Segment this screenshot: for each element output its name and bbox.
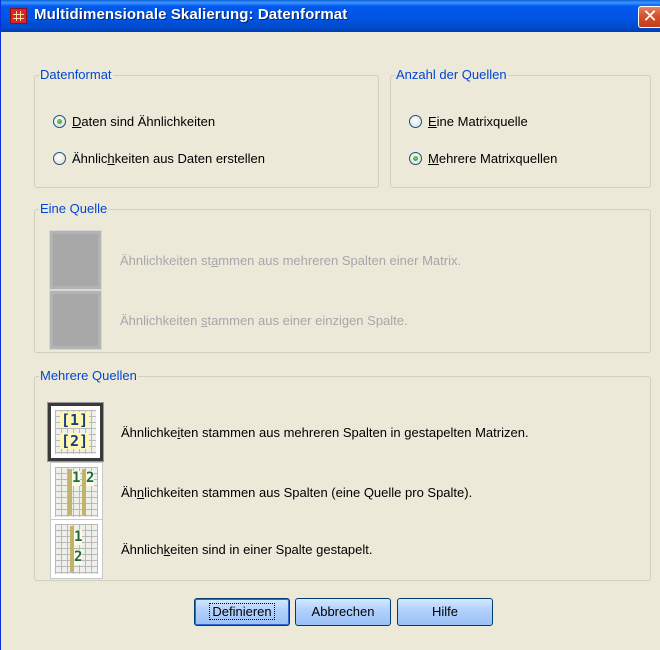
radio-indicator (53, 152, 66, 165)
help-button[interactable]: Hilfe (397, 598, 493, 626)
eine-quelle-group-label: Eine Quelle (39, 201, 109, 216)
radio-label: Daten sind Ähnlichkeiten (72, 114, 216, 129)
matrix-1-label: [1] (60, 411, 90, 429)
stacked-column-icon: 1 2 (50, 519, 103, 579)
option-label: Ähnlichkeiten stammen aus mehreren Spalt… (121, 424, 529, 440)
close-button[interactable]: ✕ (638, 6, 660, 28)
option-label: Ähnlichkeiten sind in einer Spalte gesta… (121, 541, 373, 557)
cancel-button[interactable]: Abbrechen (295, 598, 391, 626)
define-button[interactable]: Definieren (194, 598, 290, 626)
column-2-label: 2 (86, 470, 95, 486)
radio-label: Ähnlichkeiten aus Daten erstellen (72, 151, 265, 166)
option-eine-spalte-gestapelt[interactable]: 1 2 Ähnlichkeiten sind in einer Spalte g… (50, 519, 373, 579)
mehrere-quellen-group-label: Mehrere Quellen (39, 368, 138, 383)
single-column-icon (49, 290, 102, 350)
stacked-matrices-icon: [1] [2] (47, 402, 104, 462)
anzahl-quellen-group-label: Anzahl der Quellen (395, 67, 508, 82)
radio-daten-aehnlichkeiten[interactable]: Daten sind Ähnlichkeiten (53, 114, 215, 129)
mehrere-quellen-group: Mehrere Quellen [1] [2] Ähnlichkeiten st… (34, 368, 651, 581)
radio-eine-matrixquelle[interactable]: Eine Matrixquelle (409, 114, 528, 129)
matrix-columns-icon (49, 230, 102, 290)
radio-indicator (53, 115, 66, 128)
datenformat-group-label: Datenformat (39, 67, 113, 82)
title-bar[interactable]: Multidimensionale Skalierung: Datenforma… (1, 0, 660, 32)
columns-per-source-icon: 1 2 (50, 462, 103, 522)
stack-1-label: 1 (74, 529, 83, 545)
anzahl-quellen-group: Anzahl der Quellen Eine Matrixquelle Meh… (390, 67, 651, 188)
matrix-2-label: [2] (60, 432, 90, 450)
radio-label: Eine Matrixquelle (428, 114, 528, 129)
option-label: Ähnlichkeiten stammen aus mehreren Spalt… (120, 252, 462, 268)
option-einzige-spalte[interactable]: Ähnlichkeiten stammen aus einer einzigen… (49, 290, 408, 350)
option-mehrere-spalten-einer-matrix[interactable]: Ähnlichkeiten stammen aus mehreren Spalt… (49, 230, 461, 290)
option-eine-quelle-pro-spalte[interactable]: 1 2 Ähnlichkeiten stammen aus Spalten (e… (50, 462, 472, 522)
stack-2-label: 2 (74, 549, 83, 565)
eine-quelle-group: Eine Quelle Ähnlichkeiten stammen aus me… (34, 201, 651, 353)
radio-aehnlichkeiten-erstellen[interactable]: Ähnlichkeiten aus Daten erstellen (53, 151, 265, 166)
option-label: Ähnlichkeiten stammen aus Spalten (eine … (121, 484, 473, 500)
datenformat-group: Datenformat Daten sind Ähnlichkeiten Ähn… (34, 67, 379, 188)
radio-mehrere-matrixquellen[interactable]: Mehrere Matrixquellen (409, 151, 557, 166)
radio-indicator (409, 115, 422, 128)
radio-indicator (409, 152, 422, 165)
define-button-label: Definieren (209, 603, 275, 620)
app-table-icon (10, 8, 27, 24)
dialog-window: Multidimensionale Skalierung: Datenforma… (0, 0, 660, 650)
column-1-label: 1 (72, 470, 81, 486)
radio-label: Mehrere Matrixquellen (428, 151, 558, 166)
window-title: Multidimensionale Skalierung: Datenforma… (34, 6, 348, 23)
option-label: Ähnlichkeiten stammen aus einer einzigen… (120, 312, 408, 328)
option-gestapelte-matrizen[interactable]: [1] [2] Ähnlichkeiten stammen aus mehrer… (47, 402, 529, 462)
